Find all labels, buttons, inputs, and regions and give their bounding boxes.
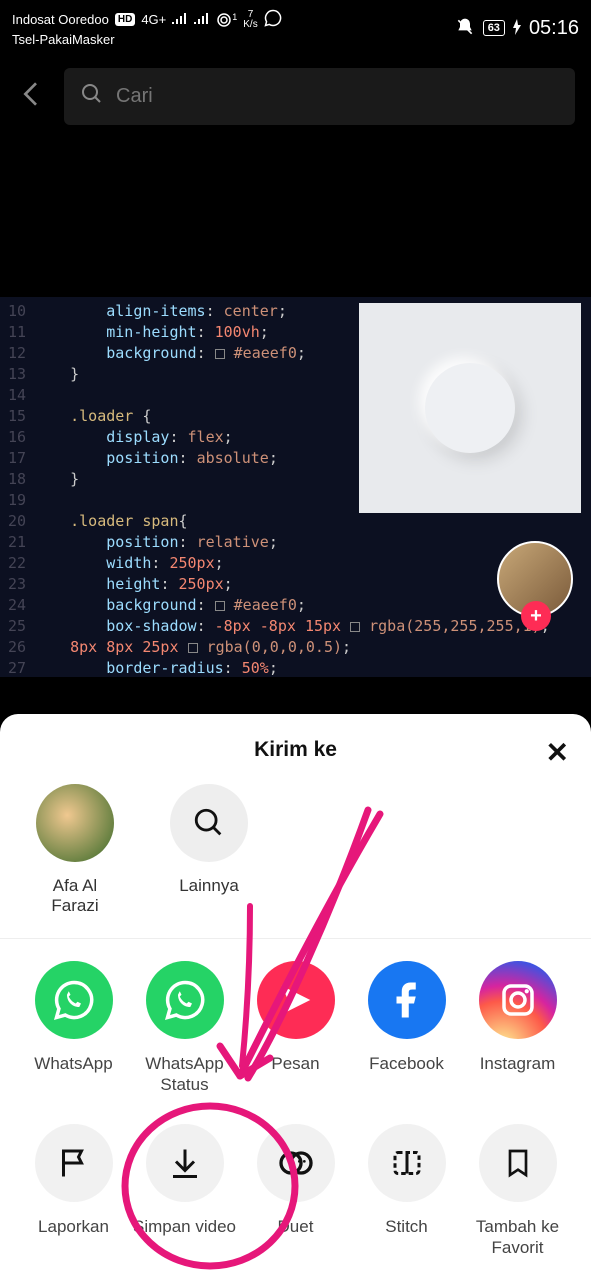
duet-icon [257, 1124, 335, 1202]
back-button[interactable] [16, 78, 48, 115]
signal-icon-2 [194, 12, 210, 27]
search-bar[interactable] [64, 68, 575, 125]
contacts-row: Afa Al Farazi Lainnya [0, 778, 591, 939]
follow-button[interactable]: + [521, 601, 551, 631]
clock: 05:16 [529, 17, 579, 40]
action-laporkan[interactable]: Laporkan [18, 1124, 129, 1259]
carrier-2: Tsel-PakaiMasker [12, 32, 115, 47]
network-type: 4G+ [141, 12, 166, 27]
battery-level: 63 [483, 20, 505, 36]
action-stitch[interactable]: Stitch [351, 1124, 462, 1259]
share-facebook[interactable]: Facebook [351, 961, 462, 1096]
stitch-icon [368, 1124, 446, 1202]
status-bar: Indosat Ooredoo HD 4G+ 1 7 K/s Tsel-Paka… [0, 0, 591, 56]
flag-icon [35, 1124, 113, 1202]
mute-icon [455, 17, 475, 40]
facebook-icon [368, 961, 446, 1039]
share-sheet: Kirim ke ✕ Afa Al Farazi Lainnya WhatsAp… [0, 714, 591, 1280]
whatsapp-status-icon [146, 961, 224, 1039]
share-whatsapp-status[interactable]: WhatsApp Status [129, 961, 240, 1096]
send-icon [257, 961, 335, 1039]
loader-preview [359, 303, 581, 513]
net-speed: 7 K/s [243, 10, 257, 30]
instagram-icon [479, 961, 557, 1039]
close-button[interactable]: ✕ [546, 736, 569, 769]
contact-afa[interactable]: Afa Al Farazi [30, 784, 120, 916]
action-duet[interactable]: Duet [240, 1124, 351, 1259]
contact-more[interactable]: Lainnya [164, 784, 254, 916]
hd-badge: HD [115, 13, 135, 26]
share-whatsapp[interactable]: WhatsApp [18, 961, 129, 1096]
bookmark-icon [479, 1124, 557, 1202]
carrier-1: Indosat Ooredoo [12, 12, 109, 27]
whatsapp-notif-icon [264, 9, 282, 30]
search-input[interactable] [116, 85, 559, 108]
video-content[interactable]: 10 align-items: center;11 min-height: 10… [0, 297, 591, 677]
top-nav [0, 56, 591, 137]
share-grid: WhatsApp WhatsApp Status Pesan Facebook … [0, 961, 591, 1258]
whatsapp-icon [35, 961, 113, 1039]
signal-icon-1 [172, 12, 188, 27]
avatar [36, 784, 114, 862]
share-pesan[interactable]: Pesan [240, 961, 351, 1096]
hotspot-icon: 1 [216, 12, 237, 28]
charging-icon [513, 19, 521, 38]
search-icon [170, 784, 248, 862]
action-simpan-video[interactable]: Simpan video [129, 1124, 240, 1259]
download-icon [146, 1124, 224, 1202]
action-tambah-favorit[interactable]: Tambah ke Favorit [462, 1124, 573, 1259]
share-instagram[interactable]: Instagram [462, 961, 573, 1096]
search-icon [80, 82, 104, 111]
sheet-title: Kirim ke [254, 738, 337, 762]
